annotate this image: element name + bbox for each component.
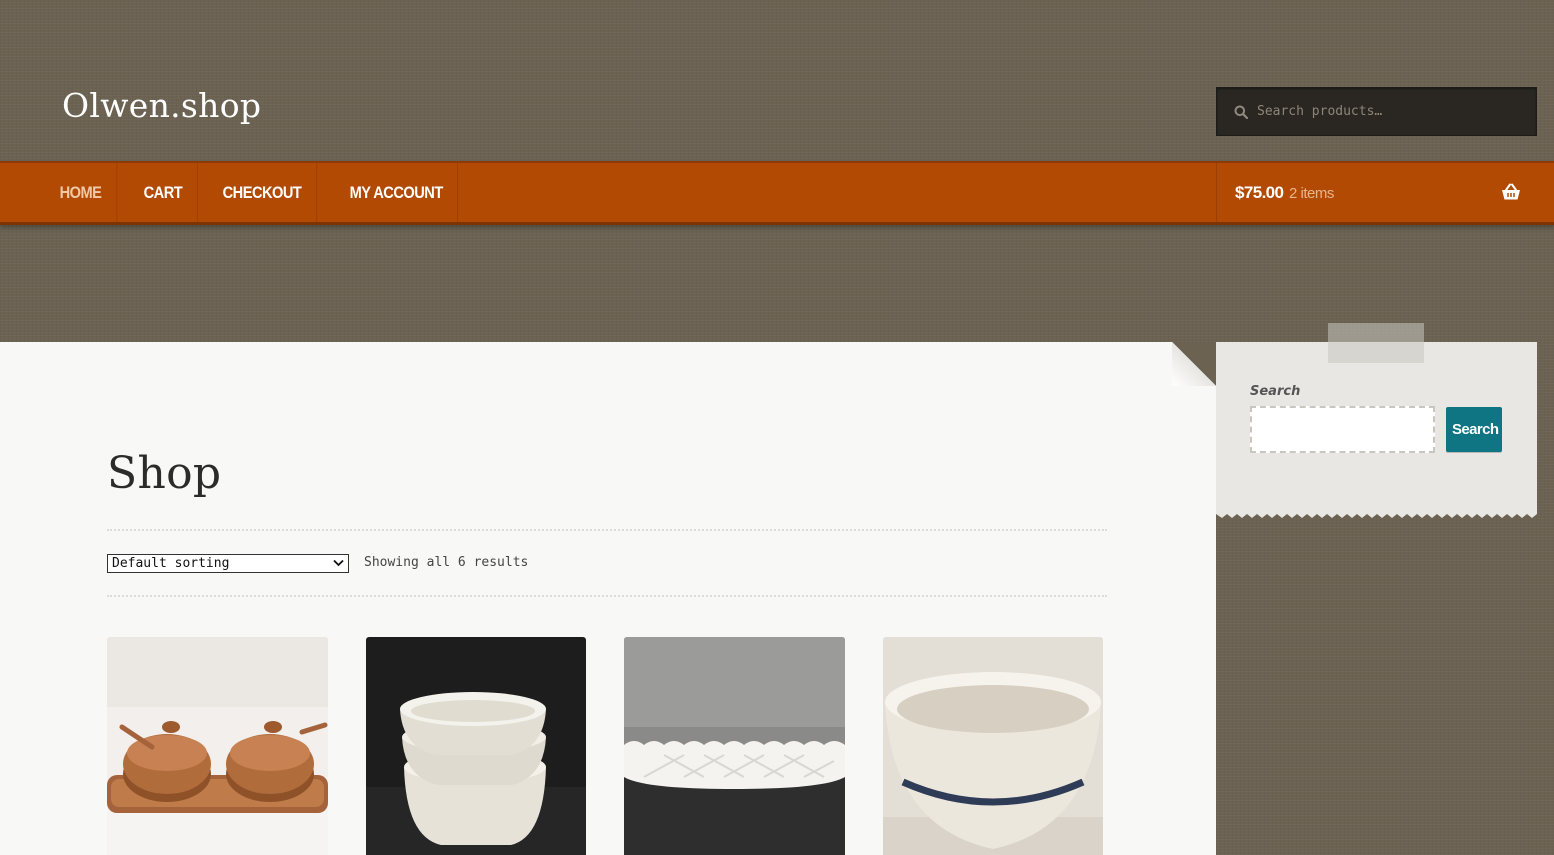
cart-count: 2 items xyxy=(1289,185,1334,202)
nav-menu: HOME CART CHECKOUT MY ACCOUNT xyxy=(45,163,478,222)
product-image xyxy=(107,637,328,855)
widget-zigzag-edge xyxy=(1216,510,1537,518)
page-corner-fold xyxy=(1172,342,1216,386)
header-search[interactable] xyxy=(1216,87,1537,136)
chevron-down-icon xyxy=(333,559,344,567)
sorting-selected-value: Default sorting xyxy=(112,556,230,571)
search-products-input[interactable] xyxy=(1257,88,1527,135)
search-icon xyxy=(1234,105,1248,119)
tape-decoration xyxy=(1328,323,1424,363)
nav-item-cart[interactable]: CART xyxy=(129,163,198,222)
product-card-stacked-bowls[interactable] xyxy=(366,637,586,855)
header-cart[interactable]: $75.00 2 items xyxy=(1216,163,1537,222)
site-title[interactable]: Olwen.shop xyxy=(62,86,261,125)
divider xyxy=(107,529,1107,531)
basket-icon xyxy=(1502,183,1520,200)
sorting-select[interactable]: Default sorting xyxy=(107,554,349,573)
sidebar-search-button[interactable]: Search xyxy=(1446,407,1502,452)
product-card-mixing-bowl[interactable] xyxy=(883,637,1103,855)
primary-navigation: HOME CART CHECKOUT MY ACCOUNT $75.00 2 i… xyxy=(0,161,1554,225)
page-title: Shop xyxy=(107,448,222,499)
product-image xyxy=(624,637,845,855)
divider xyxy=(107,595,1107,597)
product-image xyxy=(366,637,586,855)
nav-item-home[interactable]: HOME xyxy=(45,163,117,222)
sidebar-search-label: Search xyxy=(1250,384,1301,399)
product-card-wooden-bowls[interactable] xyxy=(107,637,328,855)
product-image xyxy=(883,637,1103,855)
nav-item-checkout[interactable]: CHECKOUT xyxy=(208,163,318,222)
sidebar-search-input[interactable] xyxy=(1250,406,1435,453)
product-card-milk-glass-dish[interactable] xyxy=(624,637,845,855)
results-count: Showing all 6 results xyxy=(364,555,529,570)
cart-amount: $75.00 xyxy=(1235,183,1284,202)
nav-item-my-account[interactable]: MY ACCOUNT xyxy=(335,163,459,222)
